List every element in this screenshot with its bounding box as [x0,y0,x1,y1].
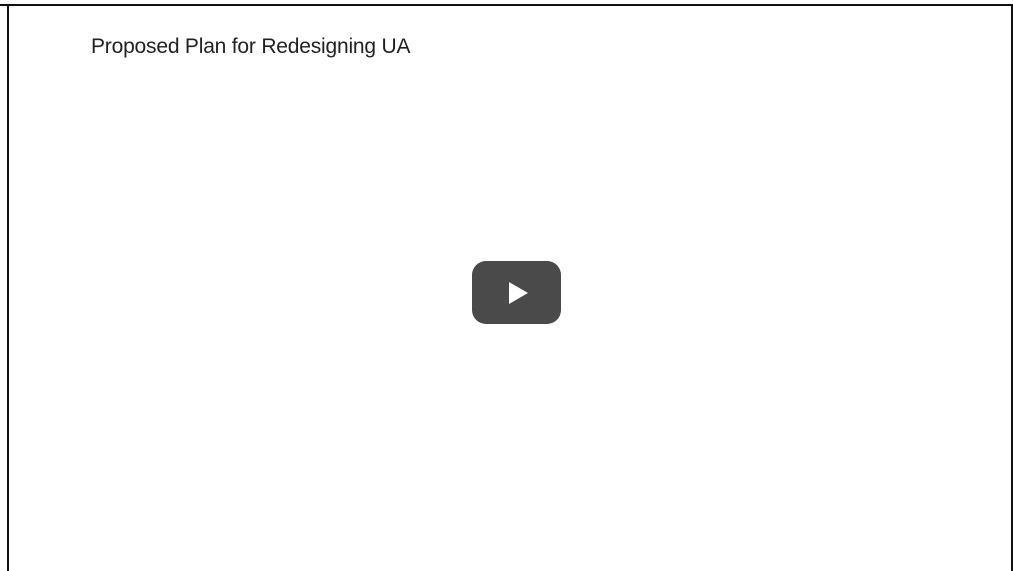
video-embed-frame[interactable]: Proposed Plan for Redesigning UA [7,4,1013,571]
play-button[interactable] [472,261,561,324]
video-title[interactable]: Proposed Plan for Redesigning UA [91,35,410,59]
play-icon [508,281,528,304]
